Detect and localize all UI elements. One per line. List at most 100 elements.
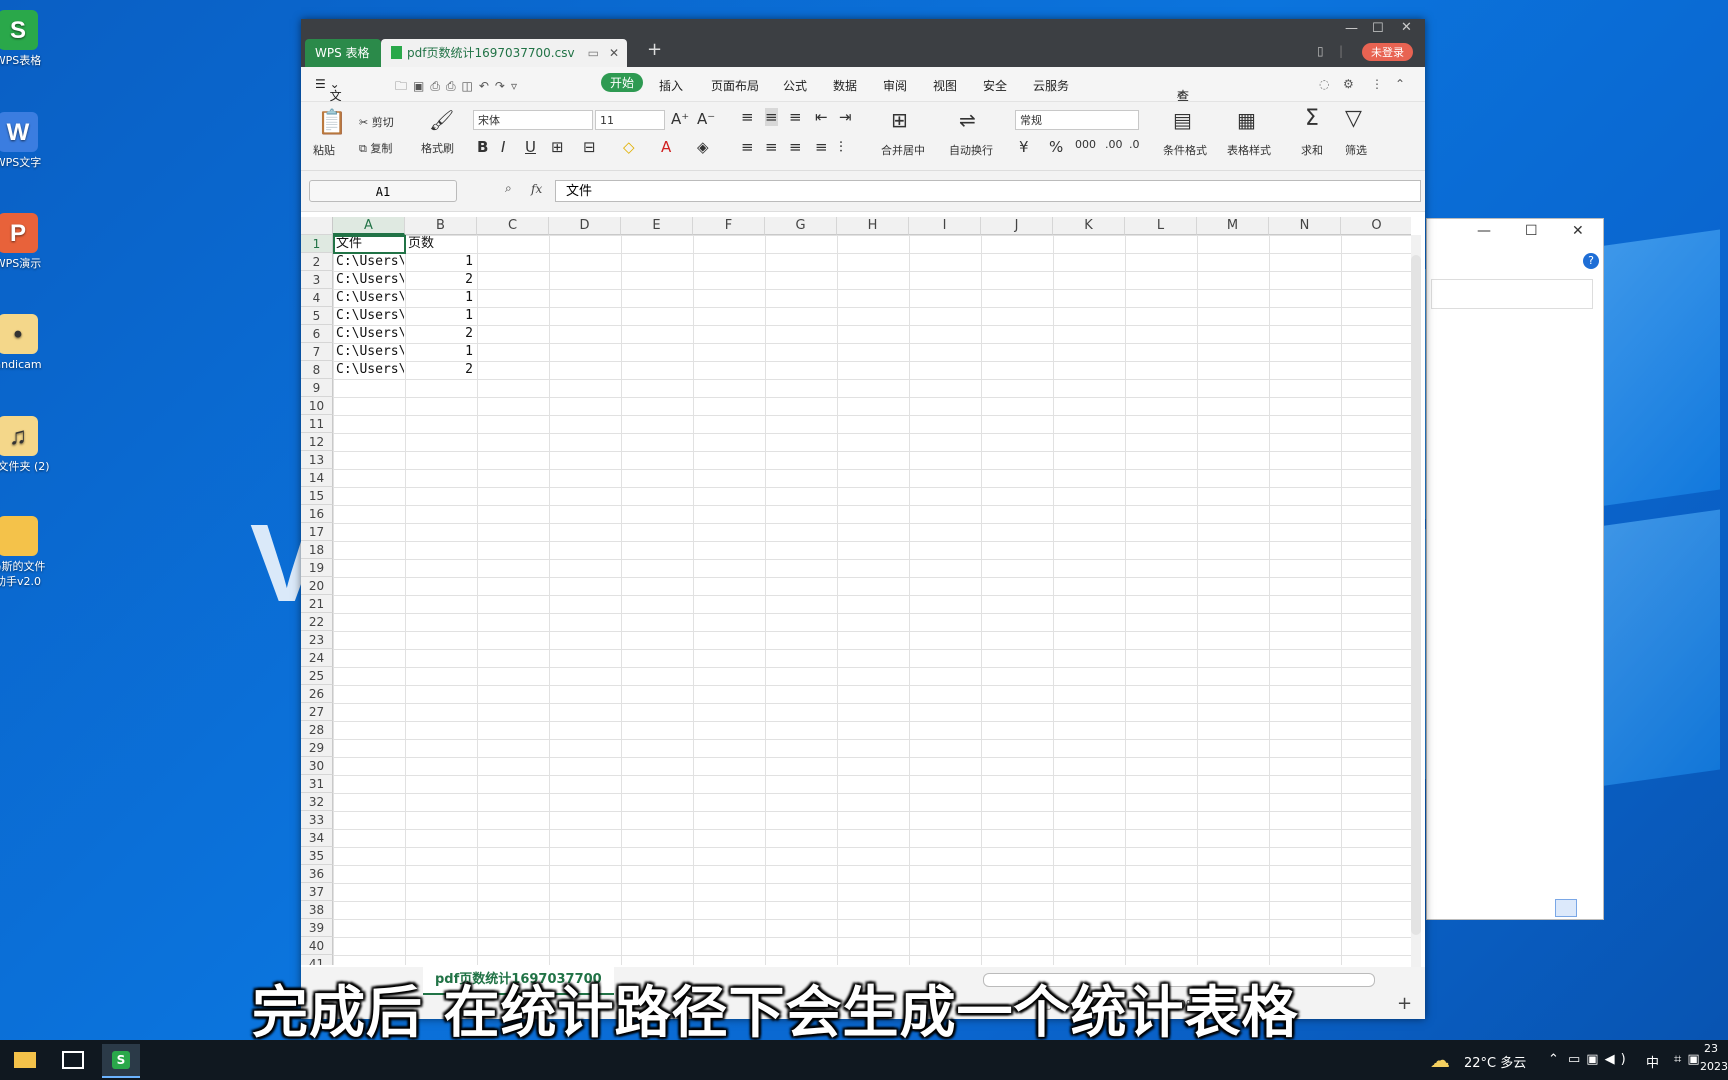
wps-taskbar-icon[interactable]: S [102, 1044, 140, 1078]
desktop-icon-new-folder[interactable]: ♫ 建文件夹 (2) [0, 416, 50, 474]
cell-b6[interactable]: 2 [407, 325, 473, 343]
scroll-thumb[interactable] [1411, 255, 1421, 935]
align-middle-icon[interactable]: ≡ [765, 108, 778, 126]
wrap-icon[interactable]: ⇌ [959, 108, 976, 132]
weather-text[interactable]: 22°C 多云 [1464, 1052, 1526, 1071]
increase-decimal-icon[interactable]: .00 [1105, 138, 1123, 151]
sum-icon[interactable]: Σ [1305, 106, 1319, 131]
desktop-icon-file-assistant[interactable]: 马斯的文件 助手v2.0 [0, 516, 50, 589]
row-header-5[interactable]: 5 [301, 307, 333, 325]
address-field[interactable] [1431, 279, 1593, 309]
cell-b2[interactable]: 1 [407, 253, 473, 271]
row-header-17[interactable]: 17 [301, 523, 333, 541]
minimize-icon[interactable]: — [1345, 21, 1358, 36]
tab-wps-sheets[interactable]: WPS 表格 [305, 39, 381, 67]
tab-csv-file[interactable]: pdf页数统计1697037700.csv ▭ ✕ [381, 39, 627, 67]
column-header-d[interactable]: D [549, 217, 621, 235]
tab-close-icon[interactable]: ✕ [609, 39, 619, 67]
filter-icon[interactable]: ▽ [1345, 106, 1362, 131]
format-painter-icon[interactable]: 🖌 [429, 108, 454, 132]
more-icon[interactable]: ⋮ [1371, 77, 1383, 91]
row-header-19[interactable]: 19 [301, 559, 333, 577]
row-header-12[interactable]: 12 [301, 433, 333, 451]
row-header-22[interactable]: 22 [301, 613, 333, 631]
column-header-b[interactable]: B [405, 217, 477, 235]
paste-button[interactable]: 粘贴 [313, 142, 335, 158]
cell-b8[interactable]: 2 [407, 361, 473, 379]
gear-icon[interactable]: ⚙ [1343, 77, 1354, 91]
clear-icon[interactable]: ◈ [697, 138, 709, 156]
row-header-15[interactable]: 15 [301, 487, 333, 505]
row-header-20[interactable]: 20 [301, 577, 333, 595]
row-header-4[interactable]: 4 [301, 289, 333, 307]
row-header-14[interactable]: 14 [301, 469, 333, 487]
row-header-39[interactable]: 39 [301, 919, 333, 937]
column-header-n[interactable]: N [1269, 217, 1341, 235]
wallet-icon[interactable] [54, 1044, 92, 1076]
distribute-icon[interactable]: ⫶ [839, 138, 843, 156]
cell-a2[interactable]: C:\Users\ [336, 253, 404, 271]
row-header-16[interactable]: 16 [301, 505, 333, 523]
maximize-icon[interactable]: ☐ [1525, 223, 1538, 239]
row-header-41[interactable]: 41 [301, 955, 333, 965]
row-header-38[interactable]: 38 [301, 901, 333, 919]
conditional-format-icon[interactable]: ▤ [1173, 108, 1192, 132]
fill-color-icon[interactable]: ◇ [623, 138, 635, 156]
align-bottom-icon[interactable]: ≡ [789, 108, 802, 126]
row-header-32[interactable]: 32 [301, 793, 333, 811]
row-header-26[interactable]: 26 [301, 685, 333, 703]
close-icon[interactable]: ✕ [1401, 20, 1412, 35]
quick-access-icons[interactable]: 🗀▣⎙⎙◫↶↷▿ [395, 77, 523, 98]
select-all-corner[interactable] [301, 217, 333, 235]
align-left-icon[interactable]: ≡ [741, 138, 754, 156]
menu-item-start[interactable]: 开始 [601, 73, 644, 92]
row-header-2[interactable]: 2 [301, 253, 333, 271]
column-header-g[interactable]: G [765, 217, 837, 235]
close-icon[interactable]: ✕ [1572, 223, 1584, 239]
formula-input[interactable]: 文件 [555, 180, 1421, 202]
file-menu[interactable]: ☰ 文件 ⌄ [315, 77, 342, 120]
column-header-e[interactable]: E [621, 217, 693, 235]
font-family-select[interactable]: 宋体 [473, 110, 593, 130]
currency-icon[interactable]: ¥ [1019, 138, 1029, 156]
row-header-25[interactable]: 25 [301, 667, 333, 685]
help-icon[interactable]: ? [1583, 253, 1599, 269]
paste-icon[interactable]: 📋 [317, 108, 347, 136]
date[interactable]: 2023 [1700, 1060, 1728, 1073]
row-header-9[interactable]: 9 [301, 379, 333, 397]
vertical-scrollbar[interactable] [1411, 235, 1421, 969]
copy-button[interactable]: ⧉ 复制 [359, 140, 392, 156]
align-center-icon[interactable]: ≡ [765, 138, 778, 156]
comment-icon[interactable]: ◌ [1319, 77, 1329, 91]
layout-icon[interactable]: ▯ [1317, 44, 1324, 58]
cell-a7[interactable]: C:\Users\ [336, 343, 404, 361]
desktop-icon-bandicam[interactable]: • andicam [0, 314, 50, 372]
details-view-icon[interactable] [1555, 899, 1577, 917]
cell-b7[interactable]: 1 [407, 343, 473, 361]
table-style-button[interactable]: 表格样式 [1227, 142, 1271, 158]
clock[interactable]: 23 [1704, 1042, 1718, 1055]
row-header-10[interactable]: 10 [301, 397, 333, 415]
menu-item-review[interactable]: 审阅 [883, 77, 907, 94]
sum-button[interactable]: 求和 [1301, 142, 1323, 158]
conditional-format-button[interactable]: 条件格式 [1163, 142, 1207, 158]
underline-icon[interactable]: U [525, 138, 536, 156]
cell-a8[interactable]: C:\Users\ [336, 361, 404, 379]
column-header-f[interactable]: F [693, 217, 765, 235]
spreadsheet-grid[interactable]: ABCDEFGHIJKLMNO 1 2 3 4 5 6 7 8 9 10 11 12 13 14 15 16 1… [301, 217, 1411, 965]
cell-style-icon[interactable]: ⊟ [583, 138, 596, 156]
row-header-35[interactable]: 35 [301, 847, 333, 865]
row-header-11[interactable]: 11 [301, 415, 333, 433]
file-explorer-icon[interactable] [6, 1044, 44, 1076]
increase-font-icon[interactable]: A⁺ [671, 110, 689, 128]
background-window[interactable]: — ☐ ✕ ? [1426, 218, 1604, 920]
column-header-l[interactable]: L [1125, 217, 1197, 235]
cell-b5[interactable]: 1 [407, 307, 473, 325]
merge-center-button[interactable]: 合并居中 [881, 142, 925, 158]
percent-icon[interactable]: % [1049, 138, 1063, 156]
wrap-text-button[interactable]: 自动换行 [949, 142, 993, 158]
column-header-i[interactable]: I [909, 217, 981, 235]
menu-item-insert[interactable]: 插入 [659, 77, 683, 94]
row-header-3[interactable]: 3 [301, 271, 333, 289]
cut-button[interactable]: ✂ 剪切 [359, 114, 394, 130]
